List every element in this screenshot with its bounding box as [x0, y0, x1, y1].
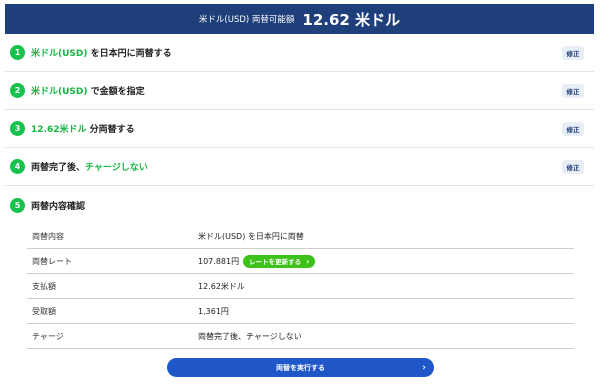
- step-1: 1 米ドル(USD) を日本円に両替する 修正: [5, 34, 594, 72]
- balance-label: 米ドル(USD) 両替可能額: [198, 15, 295, 25]
- edit-button-step-4[interactable]: 修正: [562, 159, 584, 174]
- step-number: 2: [10, 83, 25, 98]
- table-row: 両替レート 107.881円 レートを更新する ›: [27, 249, 574, 274]
- step-title: 両替内容確認: [31, 201, 86, 212]
- step-number: 5: [10, 197, 25, 213]
- table-row: 支払額 12.62米ドル: [27, 274, 574, 299]
- step-title: 米ドル(USD) で金額を指定: [31, 87, 145, 97]
- step-number: 4: [10, 159, 25, 174]
- update-rate-button[interactable]: レートを更新する ›: [243, 254, 316, 268]
- step-3: 3 12.62米ドル 分両替する 修正: [5, 110, 594, 148]
- step-title: 12.62米ドル 分両替する: [31, 125, 135, 135]
- step-2: 2 米ドル(USD) で金額を指定 修正: [5, 72, 594, 110]
- edit-button-step-3[interactable]: 修正: [562, 121, 584, 136]
- step-title: 米ドル(USD) を日本円に両替する: [31, 49, 172, 59]
- row-value: 両替完了後、チャージしない: [198, 331, 302, 341]
- confirmation-table: 両替内容 米ドル(USD) を日本円に両替 両替レート 107.881円 レート…: [27, 224, 574, 349]
- step-4: 4 両替完了後、チャージしない 修正: [5, 148, 594, 186]
- exchange-panel: 米ドル(USD) 両替可能額 12.62 米ドル 1 米ドル(USD) を日本円…: [5, 4, 594, 381]
- execute-exchange-button[interactable]: 両替を実行する ›: [167, 358, 434, 377]
- row-value: 米ドル(USD) を日本円に両替: [198, 231, 304, 241]
- row-value: 12.62米ドル: [198, 281, 245, 291]
- row-label: 両替レート: [32, 256, 72, 266]
- execute-exchange-label: 両替を実行する: [276, 363, 325, 372]
- row-label: 両替内容: [32, 231, 64, 241]
- table-row: 受取額 1,361円: [27, 299, 574, 324]
- update-rate-label: レートを更新する: [249, 258, 302, 266]
- row-label: 支払額: [32, 281, 56, 291]
- step-number: 1: [10, 45, 25, 60]
- chevron-right-icon: ›: [306, 256, 310, 266]
- step-number: 3: [10, 121, 25, 136]
- step-title: 両替完了後、チャージしない: [31, 163, 148, 173]
- edit-button-step-2[interactable]: 修正: [562, 83, 584, 98]
- balance-header: 米ドル(USD) 両替可能額 12.62 米ドル: [5, 4, 594, 34]
- row-value: 1,361円: [198, 306, 229, 316]
- row-value: 107.881円: [198, 256, 240, 266]
- row-value-group: 107.881円 レートを更新する ›: [198, 254, 316, 268]
- row-label: チャージ: [32, 331, 64, 341]
- edit-button-step-1[interactable]: 修正: [562, 45, 584, 60]
- row-label: 受取額: [32, 306, 56, 316]
- chevron-right-icon: ›: [422, 362, 426, 373]
- table-row: チャージ 両替完了後、チャージしない: [27, 324, 574, 349]
- balance-amount: 12.62 米ドル: [302, 10, 401, 29]
- table-row: 両替内容 米ドル(USD) を日本円に両替: [27, 224, 574, 249]
- step-5: 5 両替内容確認: [5, 186, 594, 224]
